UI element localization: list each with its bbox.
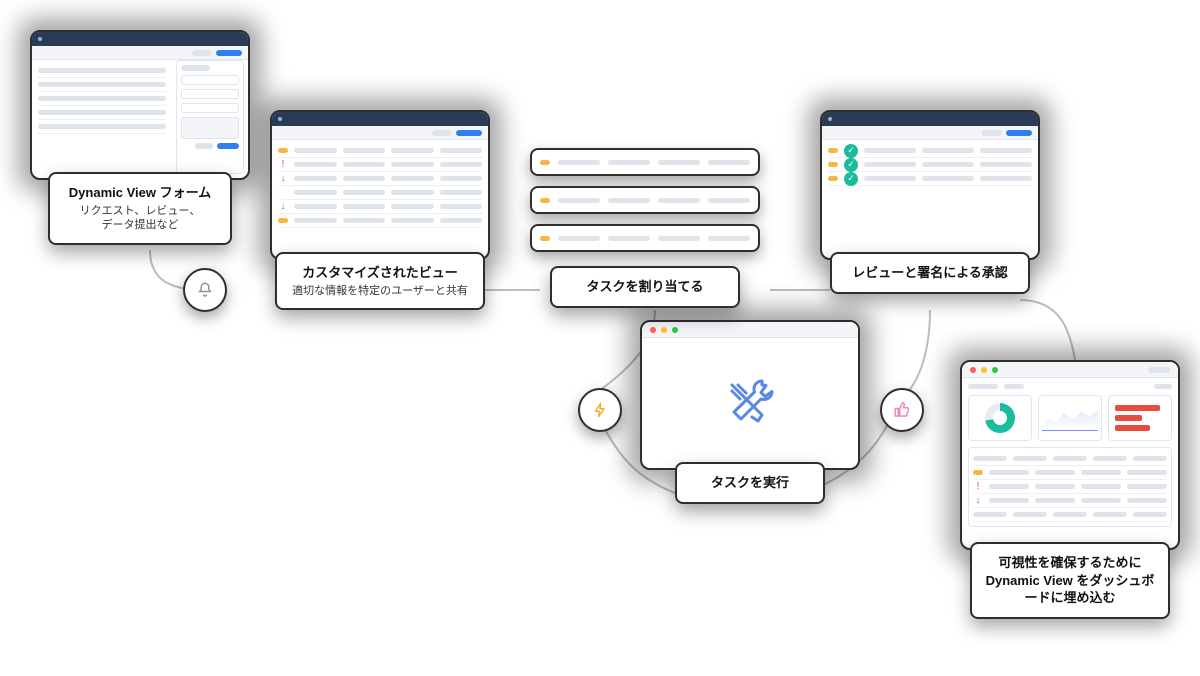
- assign-title: タスクを割り当てる: [564, 278, 726, 296]
- form-subtitle: リクエスト、レビュー、 データ提出など: [62, 204, 218, 234]
- dashboard-illustration: ! ↓: [960, 360, 1180, 550]
- perform-task-illustration: [640, 320, 860, 470]
- donut-chart-icon: [985, 403, 1015, 433]
- perform-task-label: タスクを実行: [675, 462, 825, 504]
- line-chart-icon: [1042, 405, 1098, 431]
- dashboard-title: 可視性を確保するために Dynamic View をダッシュボードに埋め込む: [984, 554, 1156, 607]
- assign-tasks-label: タスクを割り当てる: [550, 266, 740, 308]
- custom-title: カスタマイズされたビュー: [289, 264, 471, 282]
- tools-icon: [718, 371, 782, 435]
- thumb-icon: [880, 388, 924, 432]
- review-approve-label: レビューと署名による承認: [830, 252, 1030, 294]
- customized-view-illustration: ! ↓ ↓: [270, 110, 490, 260]
- dashboard-label: 可視性を確保するために Dynamic View をダッシュボードに埋め込む: [970, 542, 1170, 619]
- bell-icon: [183, 268, 227, 312]
- dynamic-view-form-label: Dynamic View フォーム リクエスト、レビュー、 データ提出など: [48, 172, 232, 245]
- perform-title: タスクを実行: [689, 474, 811, 492]
- assign-tasks-illustration: タスクを割り当てる: [530, 148, 760, 252]
- bar-chart-icon: [1115, 405, 1165, 431]
- review-approve-illustration: ✓ ✓ ✓: [820, 110, 1040, 260]
- bolt-icon: [578, 388, 622, 432]
- dynamic-view-form-illustration: [30, 30, 250, 180]
- approve-title: レビューと署名による承認: [844, 264, 1016, 282]
- custom-subtitle: 適切な情報を特定のユーザーと共有: [289, 284, 471, 299]
- form-title: Dynamic View フォーム: [62, 184, 218, 202]
- customized-view-label: カスタマイズされたビュー 適切な情報を特定のユーザーと共有: [275, 252, 485, 310]
